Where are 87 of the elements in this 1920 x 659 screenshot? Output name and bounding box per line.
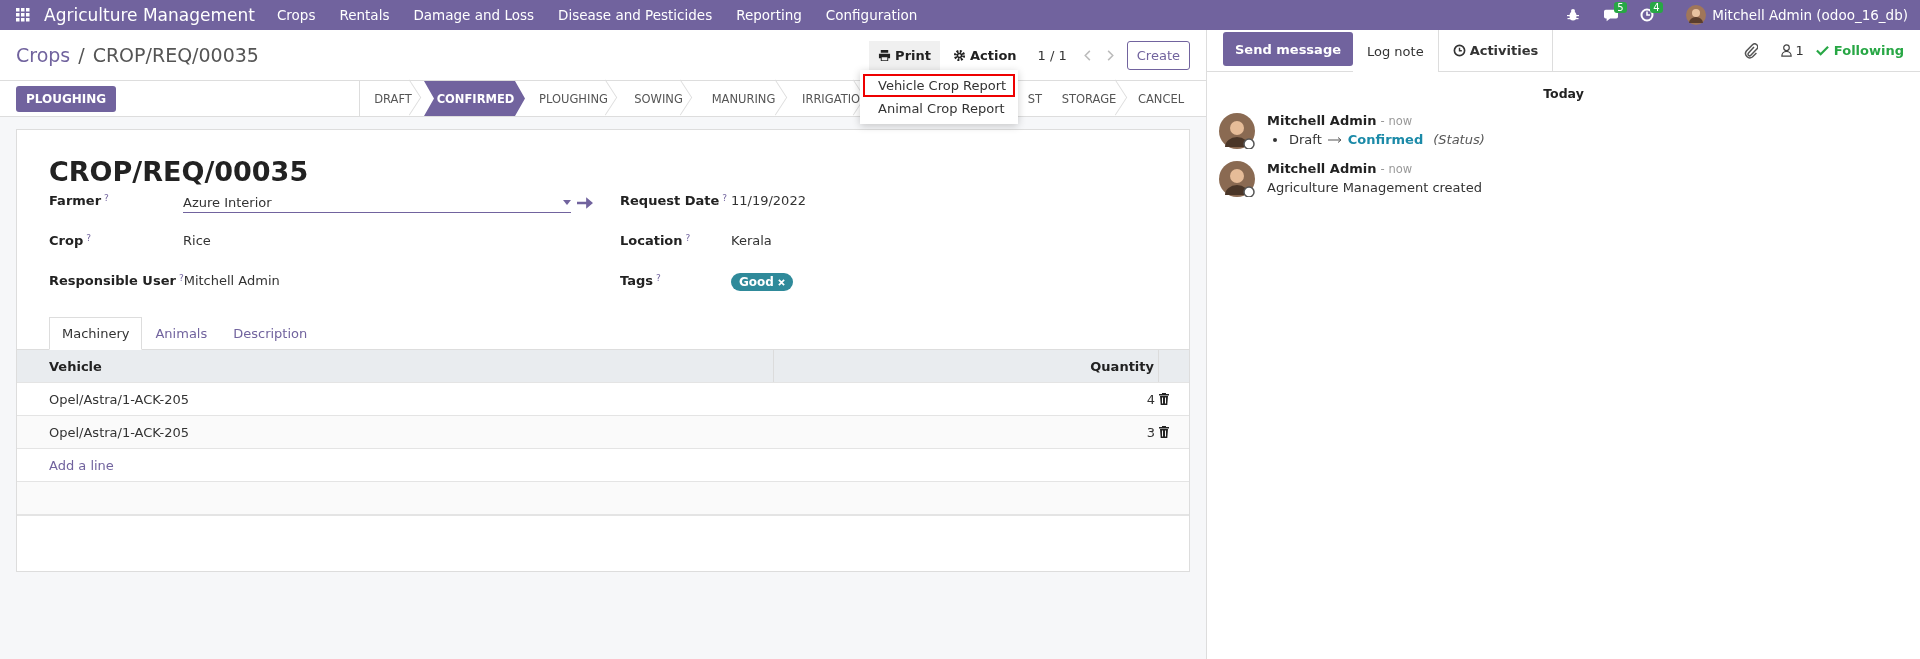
- status-stage[interactable]: SOWING: [620, 81, 695, 116]
- status-stage[interactable]: CONFIRMED: [424, 81, 525, 116]
- user-avatar[interactable]: [1686, 5, 1707, 25]
- column-header[interactable]: Quantity: [773, 350, 1158, 382]
- field-value: 11/19/2022: [731, 193, 806, 208]
- help-mark[interactable]: ?: [685, 233, 691, 243]
- trash-icon[interactable]: [1159, 426, 1169, 438]
- bug-icon[interactable]: [1566, 8, 1581, 22]
- field-label: Request Date: [620, 193, 720, 208]
- table-cell-text: Opel/Astra/1-ACK-205: [48, 391, 190, 407]
- user-name[interactable]: Mitchell Admin (odoo_16_db): [1712, 7, 1908, 23]
- field-label: Farmer: [49, 193, 102, 208]
- gear-icon: [953, 48, 966, 62]
- message-count: 5: [1614, 2, 1627, 13]
- field-value: Mitchell Admin: [183, 273, 280, 288]
- message-time: - now: [1380, 162, 1413, 176]
- printer-icon: [878, 48, 892, 62]
- field-label: Tags: [620, 273, 653, 288]
- breadcrumb-current[interactable]: CROP/REQ/00035: [92, 44, 259, 66]
- notebook-tab[interactable]: Animals: [142, 317, 221, 350]
- tag-chip[interactable]: Good: [731, 273, 793, 291]
- new-value: Confirmed: [1347, 132, 1424, 147]
- breadcrumb-link[interactable]: Crops: [16, 44, 71, 66]
- chat-icon[interactable]: [1604, 8, 1619, 22]
- caret-icon[interactable]: [563, 200, 571, 205]
- apps-menu-icon[interactable]: [16, 8, 30, 22]
- pager-counter: 1 / 1: [1037, 47, 1067, 63]
- help-mark[interactable]: ?: [722, 193, 728, 203]
- date-separator: Today: [1543, 86, 1584, 101]
- table-cell-text: 4: [1145, 391, 1156, 407]
- menu-item[interactable]: Rentals: [327, 7, 402, 23]
- notebook-tab[interactable]: Machinery: [49, 317, 143, 350]
- old-value: Draft: [1289, 132, 1322, 147]
- column-header[interactable]: Vehicle: [17, 350, 773, 382]
- person-icon[interactable]: [1779, 44, 1793, 57]
- clock-icon[interactable]: [1640, 8, 1655, 22]
- status-stage[interactable]: CANCEL: [1130, 81, 1190, 116]
- create-button[interactable]: Create: [1126, 40, 1190, 70]
- check-icon: [1815, 44, 1829, 57]
- field-label: Responsible User: [49, 273, 176, 288]
- arrow-right-icon[interactable]: [577, 196, 593, 210]
- message-time: - now: [1380, 114, 1413, 128]
- send-message-button[interactable]: Send message: [1223, 32, 1353, 66]
- menu-item[interactable]: Crops: [264, 7, 328, 23]
- help-mark[interactable]: ?: [104, 193, 109, 203]
- field-label: Crop: [49, 233, 84, 248]
- help-mark[interactable]: ?: [178, 273, 184, 283]
- tracked-field: (Status): [1433, 132, 1485, 147]
- author-name[interactable]: Mitchell Admin: [1267, 161, 1377, 176]
- status-stage[interactable]: PLOUGHING: [525, 81, 620, 116]
- help-mark[interactable]: ?: [86, 233, 91, 243]
- help-mark[interactable]: ?: [656, 273, 661, 283]
- status-stage[interactable]: STORAGE: [1046, 81, 1130, 116]
- field-value: Rice: [183, 233, 211, 248]
- print-button[interactable]: Print: [869, 40, 940, 70]
- table-cell-text: Opel/Astra/1-ACK-205: [48, 424, 190, 440]
- following-status[interactable]: Following: [1815, 30, 1904, 71]
- field-value: Kerala: [731, 233, 772, 248]
- action-button[interactable]: Action: [944, 40, 1026, 70]
- arrow-right-icon: [1327, 136, 1342, 143]
- menu-item[interactable]: Damage and Loss: [401, 7, 546, 23]
- menu-item[interactable]: Disease and Pesticides: [546, 7, 725, 23]
- status-stage[interactable]: DRAFT: [360, 81, 424, 116]
- author-name[interactable]: Mitchell Admin: [1267, 113, 1377, 128]
- table-cell-text: 3: [1145, 424, 1156, 440]
- activity-count: 4: [1650, 2, 1663, 13]
- ploughing-button[interactable]: PLOUGHING: [16, 85, 117, 112]
- status-stage[interactable]: ST: [1018, 81, 1046, 116]
- message-body: Agriculture Management created: [1267, 180, 1482, 195]
- field-label: Location: [620, 233, 683, 248]
- author-avatar: [1219, 161, 1255, 197]
- chatter-tab[interactable]: Log note: [1353, 30, 1439, 72]
- menu-item[interactable]: Configuration: [813, 7, 930, 23]
- record-title: CROP/REQ/00035: [48, 155, 310, 189]
- menu-item[interactable]: Reporting: [724, 7, 814, 23]
- follower-count[interactable]: 1: [1795, 43, 1804, 58]
- trash-icon[interactable]: [1159, 393, 1169, 405]
- farmer-field[interactable]: Azure Interior: [183, 193, 571, 213]
- app-name[interactable]: Agriculture Management: [44, 5, 255, 25]
- remove-icon[interactable]: [777, 278, 785, 286]
- breadcrumb-separator: /: [78, 44, 85, 66]
- status-stage[interactable]: MANURING: [695, 81, 790, 116]
- notebook-tab[interactable]: Description: [220, 317, 321, 350]
- clock-icon: [1452, 44, 1466, 57]
- add-line-link[interactable]: Add a line: [17, 457, 114, 473]
- paperclip-icon[interactable]: [1743, 42, 1758, 59]
- author-avatar: [1219, 113, 1255, 149]
